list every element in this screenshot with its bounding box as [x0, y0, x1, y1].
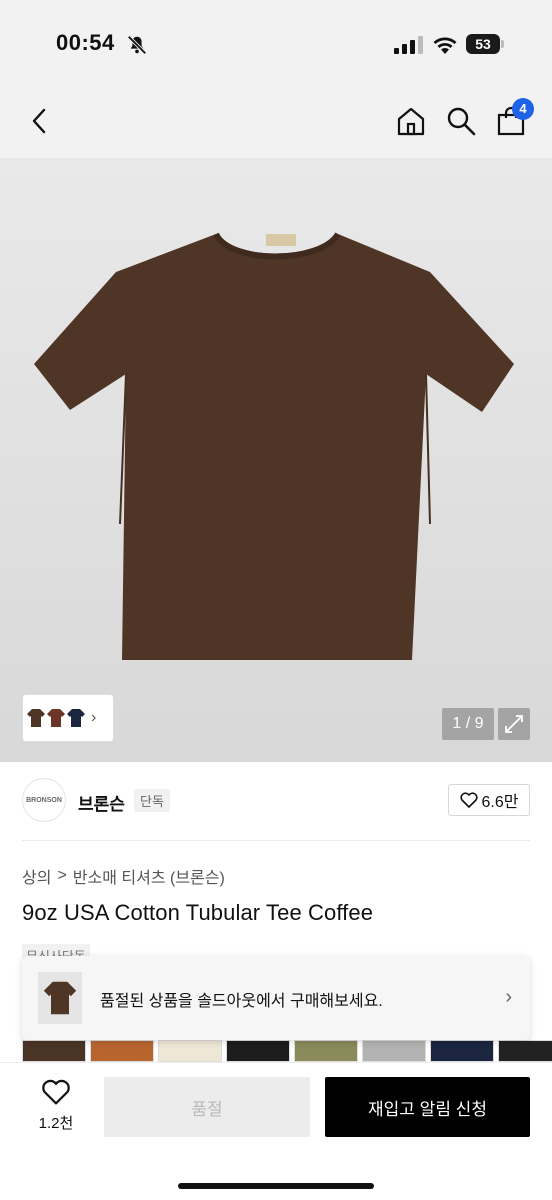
- battery-level: 53: [466, 34, 500, 54]
- color-swatch[interactable]: [498, 1040, 552, 1062]
- color-swatch[interactable]: [226, 1040, 290, 1062]
- soldout-banner[interactable]: 품절된 상품을 솔드아웃에서 구매해보세요. ›: [22, 956, 530, 1040]
- color-swatch[interactable]: [22, 1040, 86, 1062]
- battery-cap: [501, 40, 504, 48]
- soldout-button: 품절: [104, 1077, 310, 1137]
- home-indicator: [178, 1183, 374, 1189]
- clock: 00:54: [56, 30, 115, 55]
- color-swatch[interactable]: [430, 1040, 494, 1062]
- breadcrumb-separator: >: [57, 867, 67, 884]
- home-icon: [397, 107, 425, 136]
- cart-count-badge: 4: [512, 98, 534, 120]
- search-icon: [447, 107, 476, 136]
- color-swatch[interactable]: [90, 1040, 154, 1062]
- brand-like-button[interactable]: 6.6만: [448, 784, 530, 816]
- back-button[interactable]: [22, 104, 56, 138]
- expand-arrows-icon: [505, 715, 523, 733]
- thumbnail-navy-tee: [67, 709, 85, 727]
- chevron-left-icon: [32, 108, 46, 134]
- status-bar: 00:54 53: [0, 0, 552, 90]
- color-swatch-row: [22, 1040, 552, 1062]
- product-image-tshirt: [34, 232, 514, 660]
- image-pager: 1 / 9: [442, 708, 494, 740]
- breadcrumb-top-category[interactable]: 상의: [22, 864, 51, 888]
- cellular-signal-icon: [394, 36, 423, 54]
- brand-row: BRONSON 브론슨 단독 6.6만: [0, 776, 552, 826]
- search-button[interactable]: [444, 104, 478, 138]
- color-swatch[interactable]: [158, 1040, 222, 1062]
- bell-muted-icon: [127, 35, 147, 55]
- brand-name-link[interactable]: 브론슨: [78, 790, 125, 815]
- color-swatch[interactable]: [294, 1040, 358, 1062]
- brand-like-count: 6.6만: [481, 794, 519, 811]
- restock-alert-button[interactable]: 재입고 알림 신청: [325, 1077, 530, 1137]
- home-button[interactable]: [394, 104, 428, 138]
- breadcrumb: 상의 > 반소매 티셔츠 (브론슨): [22, 864, 225, 888]
- battery-indicator: 53: [466, 34, 504, 54]
- wishlist-button[interactable]: 1.2천: [28, 1079, 84, 1133]
- divider: [22, 840, 530, 841]
- banner-message: 품절된 상품을 솔드아웃에서 구매해보세요.: [100, 993, 383, 1010]
- heart-icon: [42, 1079, 70, 1105]
- top-navigation: 4: [0, 90, 552, 158]
- tshirt-thumbnail: [43, 981, 77, 1015]
- chevron-right-icon: ›: [91, 709, 97, 726]
- cart-button[interactable]: 4: [494, 98, 534, 138]
- bottom-action-bar: 1.2천 품절 재입고 알림 신청: [0, 1062, 552, 1200]
- product-title: 9oz USA Cotton Tubular Tee Coffee: [22, 900, 374, 925]
- color-swatch[interactable]: [362, 1040, 426, 1062]
- brand-logo[interactable]: BRONSON: [22, 778, 66, 822]
- banner-product-thumbnail: [38, 972, 82, 1024]
- heart-icon: [459, 792, 478, 808]
- exclusive-tag: 단독: [134, 789, 170, 812]
- thumbnail-rust-tee: [47, 709, 65, 727]
- brand-logo-text: BRONSON: [26, 796, 62, 804]
- wifi-icon: [433, 37, 457, 54]
- wishlist-count: 1.2천: [38, 1115, 74, 1132]
- breadcrumb-subcategory[interactable]: 반소매 티셔츠 (브론슨): [73, 864, 225, 888]
- thumbnail-brown-tee: [27, 709, 45, 727]
- chevron-right-icon: ›: [505, 986, 512, 1008]
- expand-image-button[interactable]: [498, 708, 530, 740]
- thumbnail-strip-button[interactable]: ›: [22, 694, 114, 742]
- product-image-gallery[interactable]: › 1 / 9: [0, 158, 552, 762]
